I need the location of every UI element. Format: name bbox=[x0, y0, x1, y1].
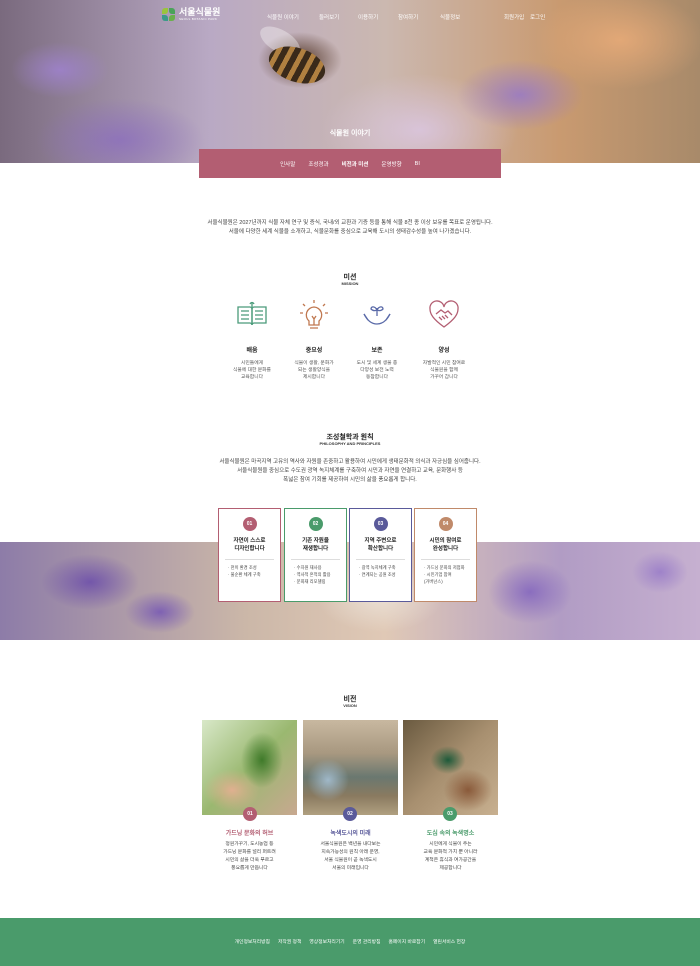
principle-card: 01 자연이 스스로 디자인합니다 · 천이 환경 조성 · 물순환 체계 구축 bbox=[218, 508, 281, 602]
footer-link-cctv[interactable]: 영상정보처리기기 bbox=[309, 938, 344, 945]
tab-vision-mission[interactable]: 비전과 미션 bbox=[342, 160, 369, 168]
mission-item-title: 양성 bbox=[438, 348, 450, 354]
mission-item-desc: 자발적인 시민 참여로 식물원을 함께 가꾸어 갑니다 bbox=[422, 361, 466, 380]
logo-leaf-icon bbox=[162, 8, 175, 21]
principle-points: · 가드닝 문화의 저점화 · 시민기업 참여 (거버넌스) bbox=[424, 565, 465, 584]
intro-line: 서울에 다양한 세계 식물을 소개하고, 식물문화를 중심으로 교육해 도시의 … bbox=[228, 229, 472, 235]
principle-title: 시민의 참여로 완성합니다 bbox=[429, 538, 462, 552]
philosophy-line: 폭넓은 참여 기회를 제공하여 시민의 삶을 풍요롭게 합니다. bbox=[283, 477, 417, 483]
tab-bi[interactable]: BI bbox=[415, 161, 420, 167]
intro-text: 서울식물원은 2027년까지 식물 자체 연구 및 증식, 국내/외 교환과 기… bbox=[0, 219, 700, 237]
heart-handshake-icon bbox=[429, 300, 459, 328]
tab-history[interactable]: 조성경과 bbox=[308, 160, 328, 168]
principle-card: 02 기존 자원을 재생합니다 · 수자원 재사용 · 역사적 흔적의 활용 · 문화… bbox=[284, 508, 347, 602]
page-title: 식물원 이야기 bbox=[329, 130, 371, 137]
principle-number: 03 bbox=[373, 517, 388, 531]
vision-photo-gardening bbox=[202, 720, 297, 815]
sub-navigation: 인사말 조성경과 비전과 미션 운영방향 BI bbox=[199, 149, 501, 178]
principle-title: 기존 자원을 재생합니다 bbox=[302, 538, 329, 552]
principle-title: 지역 주변으로 확산합니다 bbox=[364, 538, 397, 552]
footer-links: 개인정보처리방침 저작권 정책 영상정보처리기기 운영 관리방침 홈페이지 바로… bbox=[0, 938, 700, 945]
mission-item: 중요성 식물이 생활, 문화가 되는 생활양식을 제시합니다 bbox=[279, 298, 349, 381]
principle-card: 04 시민의 참여로 완성합니다 · 가드닝 문화의 저점화 · 시민기업 참여 (… bbox=[414, 508, 477, 602]
mission-item-desc: 시민들에게 식물에 대한 문화를 교육합니다 bbox=[233, 361, 271, 380]
signup-link[interactable]: 회원가입 bbox=[504, 13, 524, 21]
tab-greeting[interactable]: 인사말 bbox=[280, 160, 295, 168]
mission-item-title: 배움 bbox=[246, 348, 258, 354]
vision-number: 03 bbox=[443, 807, 457, 821]
mission-item: 보존 도시 및 세계 생물 종 다양성 보전 노력 동참합니다 bbox=[342, 298, 412, 381]
vision-photo-city bbox=[303, 720, 398, 815]
vision-item-title: 가드닝 문화의 허브 bbox=[225, 831, 274, 837]
principle-points: · 수자원 재사용 · 역사적 흔적의 활용 · 문화재 리모델링 bbox=[294, 565, 331, 584]
logo-text: 서울식물원 bbox=[179, 7, 221, 17]
menu-item-story[interactable]: 식물원 이야기 bbox=[267, 13, 299, 21]
philosophy-text: 서울식물원은 마곡지역 고유의 역사와 자원을 존중하고 활용하여 시민에게 생… bbox=[0, 458, 700, 485]
footer-link-privacy[interactable]: 개인정보처리방침 bbox=[235, 938, 270, 945]
principle-number: 04 bbox=[438, 517, 453, 531]
intro-line: 서울식물원은 2027년까지 식물 자체 연구 및 증식, 국내/외 교환과 기… bbox=[207, 220, 493, 226]
menu-item-participate[interactable]: 참여하기 bbox=[398, 13, 418, 21]
principle-number: 02 bbox=[308, 517, 323, 531]
vision-item-desc: 시민에게 식물이 주는 교육 문화적 가치 뿐 아니라 계적은 휴식과 여가공간을 제… bbox=[423, 842, 478, 871]
mission-item: 배움 시민들에게 식물에 대한 문화를 교육합니다 bbox=[217, 298, 287, 381]
philosophy-line: 서울식물원을 중심으로 수도권 광역 녹지체계를 구축하여 시민과 자연을 연결… bbox=[237, 468, 463, 474]
principle-number: 01 bbox=[242, 517, 257, 531]
principle-card: 03 지역 주변으로 확산합니다 · 광역 녹지체계 구축 · 연계되는 공원 조성 bbox=[349, 508, 412, 602]
login-link[interactable]: 로그인 bbox=[530, 13, 545, 21]
mission-item-title: 보존 bbox=[371, 348, 383, 354]
principle-points: · 광역 녹지체계 구축 · 연계되는 공원 조성 bbox=[359, 565, 396, 577]
mission-item-title: 중요성 bbox=[305, 348, 323, 354]
footer-link-management[interactable]: 운영 관리방침 bbox=[353, 938, 381, 945]
vision-number: 02 bbox=[343, 807, 357, 821]
lightbulb-icon bbox=[300, 300, 328, 329]
vision-subtitle: VISION bbox=[343, 703, 357, 708]
footer-link-charter[interactable]: 열린서비스 헌장 bbox=[433, 938, 465, 945]
vision-item-title: 녹색도시의 미래 bbox=[330, 831, 371, 837]
mission-item-desc: 도시 및 세계 생물 종 다양성 보전 노력 동참합니다 bbox=[356, 361, 398, 380]
menu-item-tour[interactable]: 둘러보기 bbox=[319, 13, 339, 21]
principle-title: 자연이 스스로 디자인합니다 bbox=[233, 538, 266, 552]
footer-link-copyright[interactable]: 저작권 정책 bbox=[278, 938, 301, 945]
top-navigation: 서울식물원 SEOUL BOTANIC PARK 식물원 이야기 둘러보기 이용… bbox=[0, 0, 700, 32]
philosophy-subtitle: PHILOSOPHY AND PRINCIPLES bbox=[319, 441, 381, 446]
vision-item-desc: 서울식물원은 백년을 내다보는 지속가능성의 원칙 아래 운영, 서울 식물원이 곧… bbox=[320, 842, 381, 871]
tab-operation[interactable]: 운영방향 bbox=[381, 160, 401, 168]
mission-item-desc: 식물이 생활, 문화가 되는 생활양식을 제시합니다 bbox=[294, 361, 334, 380]
footer: 개인정보처리방침 저작권 정책 영상정보처리기기 운영 관리방침 홈페이지 바로… bbox=[0, 918, 700, 966]
book-icon bbox=[237, 301, 267, 326]
philosophy-line: 서울식물원은 마곡지역 고유의 역사와 자원을 존중하고 활용하여 시민에게 생… bbox=[219, 459, 481, 465]
menu-item-use[interactable]: 이용하기 bbox=[358, 13, 378, 21]
vision-photo-duck bbox=[403, 720, 498, 815]
menu-item-plant-info[interactable]: 식물정보 bbox=[440, 13, 460, 21]
vision-item-desc: 정원가꾸기, 도시농업 등 가드닝 문화를 널리 퍼트려 시민의 삶을 더욱 푸르고… bbox=[223, 842, 276, 871]
vision-item-title: 도심 속의 녹색명소 bbox=[426, 831, 475, 837]
mission-subtitle: MISSION bbox=[341, 281, 359, 286]
logo-subtext: SEOUL BOTANIC PARK bbox=[179, 17, 218, 21]
footer-link-correction[interactable]: 홈페이지 바로잡기 bbox=[388, 938, 425, 945]
hands-plant-icon bbox=[363, 306, 391, 325]
principle-points: · 천이 환경 조성 · 물순환 체계 구축 bbox=[228, 565, 261, 577]
mission-item: 양성 자발적인 시민 참여로 식물원을 함께 가꾸어 갑니다 bbox=[409, 298, 479, 381]
vision-number: 01 bbox=[243, 807, 257, 821]
logo[interactable]: 서울식물원 SEOUL BOTANIC PARK bbox=[162, 8, 220, 21]
